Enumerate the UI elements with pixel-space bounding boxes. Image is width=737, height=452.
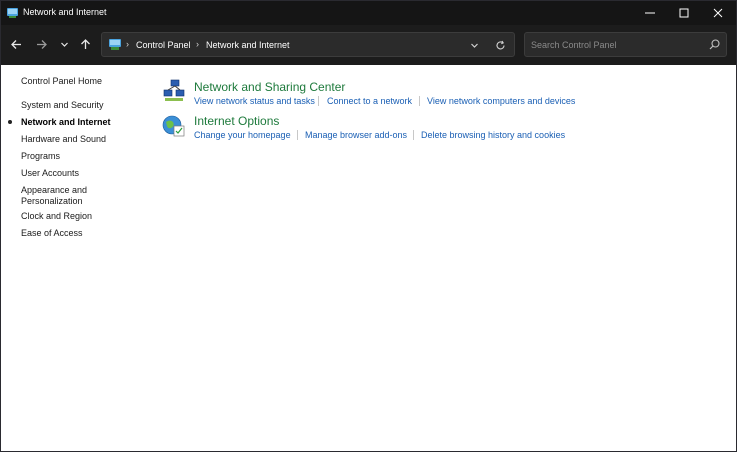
internet-options-title[interactable]: Internet Options <box>194 114 279 128</box>
sidebar-item-control-panel-home[interactable]: Control Panel Home <box>21 76 102 87</box>
breadcrumb-control-panel[interactable]: Control Panel <box>136 40 191 50</box>
connect-to-network-link[interactable]: Connect to a network <box>327 96 412 106</box>
control-panel-icon <box>109 39 121 50</box>
arrow-up-icon <box>80 38 90 49</box>
view-network-computers-link[interactable]: View network computers and devices <box>427 96 575 106</box>
maximize-button[interactable] <box>667 1 701 25</box>
recent-locations-button[interactable] <box>53 33 75 55</box>
forward-button[interactable] <box>30 33 52 55</box>
chevron-down-icon <box>60 42 68 47</box>
sidebar-item-ease-of-access[interactable]: Ease of Access <box>21 228 83 239</box>
network-sharing-center-icon[interactable] <box>162 79 186 103</box>
refresh-button[interactable] <box>493 38 507 52</box>
arrow-right-icon <box>36 39 47 49</box>
search-icon[interactable] <box>708 38 721 51</box>
content-area: Control Panel Home System and Security N… <box>1 65 736 451</box>
address-history-button[interactable] <box>467 38 481 52</box>
link-separator <box>297 130 298 140</box>
sidebar-item-system-and-security[interactable]: System and Security <box>21 100 104 111</box>
link-separator <box>419 96 420 106</box>
breadcrumb-network-and-internet[interactable]: Network and Internet <box>206 40 290 50</box>
back-button[interactable] <box>5 33 27 55</box>
maximize-icon <box>679 8 689 18</box>
sidebar-item-hardware-and-sound[interactable]: Hardware and Sound <box>21 134 106 145</box>
breadcrumb-separator-icon: › <box>126 39 129 49</box>
control-panel-window: Network and Internet › Control Panel › N… <box>0 0 737 452</box>
breadcrumb-separator-icon: › <box>196 39 199 49</box>
close-icon <box>713 8 723 18</box>
minimize-icon <box>645 12 655 14</box>
network-sharing-center-title[interactable]: Network and Sharing Center <box>194 80 345 94</box>
arrow-left-icon <box>10 39 21 49</box>
active-item-marker <box>8 120 12 124</box>
control-panel-icon <box>7 8 18 18</box>
link-separator <box>318 96 319 106</box>
search-box[interactable] <box>524 32 727 57</box>
sidebar-item-appearance-line1[interactable]: Appearance and <box>21 185 87 196</box>
sidebar-item-user-accounts[interactable]: User Accounts <box>21 168 79 179</box>
change-homepage-link[interactable]: Change your homepage <box>194 130 291 140</box>
close-button[interactable] <box>701 1 735 25</box>
manage-browser-addons-link[interactable]: Manage browser add-ons <box>305 130 407 140</box>
up-button[interactable] <box>74 33 96 55</box>
link-separator <box>413 130 414 140</box>
delete-browsing-history-link[interactable]: Delete browsing history and cookies <box>421 130 565 140</box>
sidebar-item-clock-and-region[interactable]: Clock and Region <box>21 211 92 222</box>
chevron-down-icon <box>470 43 478 48</box>
minimize-button[interactable] <box>633 1 667 25</box>
search-input[interactable] <box>525 33 705 56</box>
sidebar-item-appearance-line2[interactable]: Personalization <box>21 196 83 207</box>
refresh-icon <box>496 40 505 49</box>
title-bar[interactable]: Network and Internet <box>1 1 736 25</box>
address-bar[interactable]: › Control Panel › Network and Internet <box>101 32 515 57</box>
internet-options-icon[interactable] <box>162 114 186 138</box>
window-title: Network and Internet <box>23 7 107 17</box>
sidebar-item-network-and-internet[interactable]: Network and Internet <box>21 117 111 128</box>
view-network-status-link[interactable]: View network status and tasks <box>194 96 315 106</box>
sidebar-item-programs[interactable]: Programs <box>21 151 60 162</box>
